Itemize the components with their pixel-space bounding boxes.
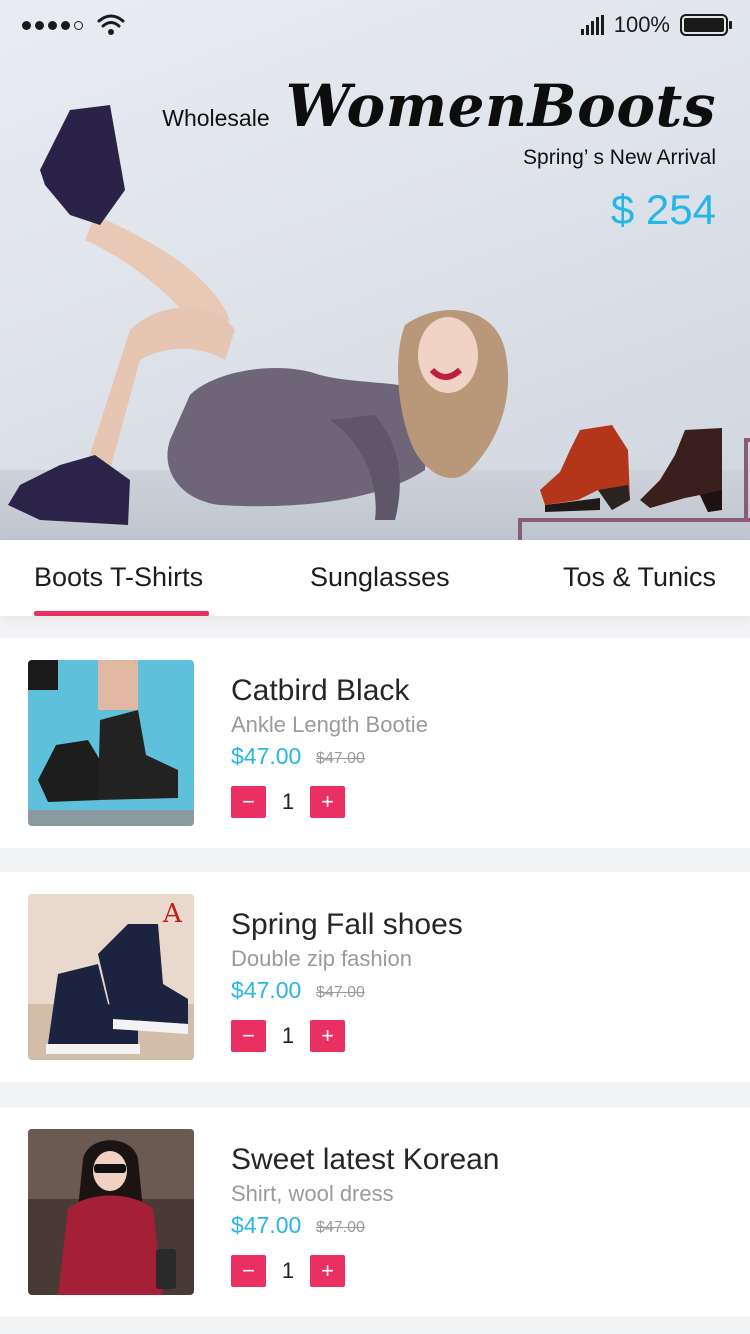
product-price: $47.00 (231, 743, 302, 769)
increase-quantity-button[interactable]: + (310, 1255, 345, 1287)
status-bar: 100% (0, 0, 750, 50)
category-tabs: Boots T-Shirts Sunglasses Tos & Tunics (0, 540, 750, 616)
battery-icon (680, 14, 732, 36)
hero-price: $ 254 (610, 186, 716, 233)
wifi-icon (97, 14, 125, 35)
active-tab-indicator (34, 611, 209, 616)
decrease-quantity-button[interactable]: − (231, 1255, 266, 1287)
quantity-stepper: − 1 + (231, 786, 345, 818)
product-price: $47.00 (231, 1212, 302, 1238)
hero-title: WomenBoots (285, 72, 716, 140)
hero-prefix: Wholesale (162, 105, 270, 131)
product-name[interactable]: Sweet latest Korean (231, 1143, 500, 1177)
model-raised-boot (40, 105, 125, 225)
product-old-price: $47.00 (316, 1219, 365, 1236)
quantity-stepper: − 1 + (231, 1255, 345, 1287)
quantity-value: 1 (281, 1023, 295, 1048)
increase-quantity-button[interactable]: + (310, 786, 345, 818)
tab-tos-tunics[interactable]: Tos & Tunics (563, 562, 716, 593)
increase-quantity-button[interactable]: + (310, 1020, 345, 1052)
hero-banner[interactable]: 100% Wholesale WomenBoots Spring’ s New … (0, 0, 750, 540)
signal-dots-icon (22, 20, 83, 30)
app-screen: 100% Wholesale WomenBoots Spring’ s New … (0, 0, 750, 1334)
product-description: Double zip fashion (231, 946, 413, 971)
cellular-bars-icon (580, 15, 604, 35)
svg-text:A: A (162, 899, 183, 929)
product-old-price: $47.00 (316, 984, 365, 1001)
product-image[interactable] (28, 660, 194, 826)
list-bottom-spacer (0, 1317, 750, 1334)
product-image[interactable] (28, 1129, 194, 1295)
product-description: Ankle Length Bootie (231, 712, 428, 737)
product-name[interactable]: Spring Fall shoes (231, 908, 463, 942)
tab-boots-t-shirts[interactable]: Boots T-Shirts (34, 562, 203, 593)
quantity-value: 1 (281, 1258, 295, 1283)
battery-level-fill (684, 18, 724, 32)
product-card[interactable]: Catbird Black Ankle Length Bootie $47.00… (0, 638, 750, 848)
product-card[interactable]: A Spring Fall shoes Double zip fashion $… (0, 872, 750, 1082)
quantity-stepper: − 1 + (231, 1020, 345, 1052)
product-card[interactable]: Sweet latest Korean Shirt, wool dress $4… (0, 1107, 750, 1317)
decrease-quantity-button[interactable]: − (231, 1020, 266, 1052)
product-image[interactable]: A (28, 894, 194, 1060)
tab-sunglasses[interactable]: Sunglasses (310, 562, 450, 593)
product-description: Shirt, wool dress (231, 1181, 394, 1206)
model-face (418, 317, 478, 393)
decrease-quantity-button[interactable]: − (231, 786, 266, 818)
hero-text-block: Wholesale WomenBoots Spring’ s New Arriv… (162, 72, 716, 234)
product-price: $47.00 (231, 977, 302, 1003)
product-old-price: $47.00 (316, 750, 365, 767)
quantity-value: 1 (281, 789, 295, 814)
product-name[interactable]: Catbird Black (231, 674, 409, 708)
hero-subtitle: Spring’ s New Arrival (523, 146, 716, 169)
model-lower-boot (8, 455, 130, 525)
battery-percent: 100% (613, 12, 670, 37)
